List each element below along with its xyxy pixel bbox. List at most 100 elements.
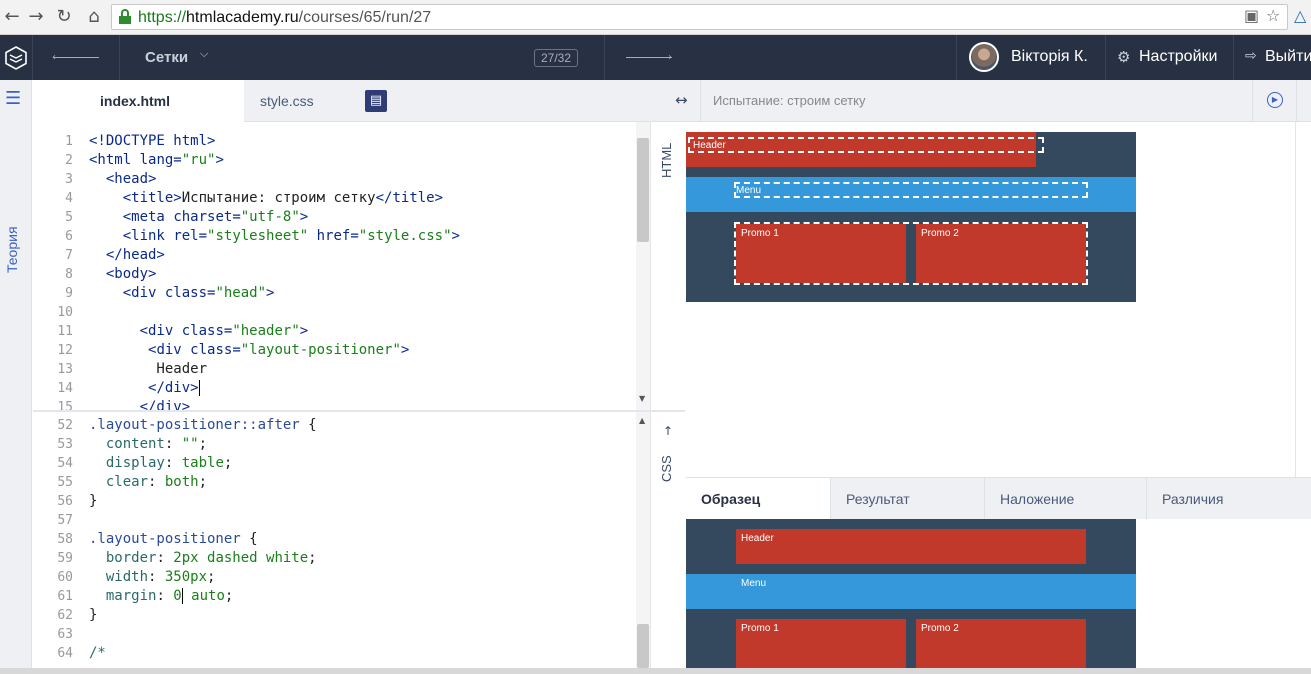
result-tabs: Образец Результат Наложение Различия [686, 477, 1311, 520]
avatar[interactable] [969, 42, 999, 72]
extension-icon[interactable]: △ [1294, 6, 1306, 25]
arrow-up-icon[interactable]: ↑ [663, 424, 673, 438]
css-code-line: } [89, 493, 98, 509]
settings-button[interactable]: Настройки [1139, 48, 1217, 66]
line-number: 53 [57, 437, 73, 452]
lesson-counter: 27/32 [534, 49, 578, 67]
line-number: 8 [65, 267, 73, 282]
line-number: 64 [57, 646, 73, 661]
line-number: 15 [57, 400, 73, 410]
section-dropdown[interactable]: Сетки [145, 49, 188, 66]
menu-icon[interactable]: ☰ [5, 88, 21, 109]
css-code-line: .layout-positioner { [89, 531, 258, 547]
lock-icon [119, 9, 131, 24]
line-number: 6 [65, 229, 73, 244]
line-number: 63 [57, 627, 73, 642]
tab-sample[interactable]: Образец [686, 478, 830, 520]
css-code-line: } [89, 607, 98, 623]
back-icon[interactable]: ← [0, 5, 24, 29]
tab-style-css[interactable]: style.css [260, 80, 360, 122]
css-editor[interactable]: 52 53 54 55 56 57 58 59 60 61 62 63 64 .… [33, 412, 636, 668]
line-gutter: 52 53 54 55 56 57 58 59 60 61 62 63 64 [33, 412, 78, 668]
right-edge-panel [1295, 122, 1311, 477]
result-preview: Header Menu Promo 1 Promo 2 [686, 132, 1136, 302]
play-icon[interactable]: ▶ [1267, 92, 1283, 108]
collapse-panel-icon[interactable]: ▤ [365, 90, 387, 112]
css-code-line: display: table; [105, 455, 233, 471]
html-scrollbar[interactable]: ▼ [636, 122, 650, 410]
editor-tabs: index.html style.css ▤ [33, 80, 669, 122]
html-code-line: </div> [139, 399, 191, 410]
preview-menu-label: Menu [736, 185, 762, 196]
home-icon[interactable]: ⌂ [82, 5, 106, 29]
html-code-line: <div class="header"> [139, 323, 309, 339]
star-icon[interactable]: ☆ [1266, 6, 1280, 25]
line-number: 9 [65, 286, 73, 301]
academy-logo-icon [5, 45, 27, 70]
theory-rail: ☰ Теория [0, 80, 32, 674]
tab-overlay[interactable]: Наложение [984, 478, 1146, 520]
line-number: 52 [57, 418, 73, 433]
html-code-line: <head> [105, 171, 157, 187]
line-number: 12 [57, 343, 73, 358]
tab-index-html[interactable]: index.html [33, 80, 244, 122]
html-code-line: Header [89, 361, 208, 377]
url-text: https://htmlacademy.ru/courses/65/run/27 [138, 9, 431, 27]
preview-header-positioner [688, 137, 1044, 153]
translate-icon[interactable]: ▣ [1244, 6, 1259, 25]
user-name[interactable]: Вікторія К. [1011, 48, 1088, 66]
html-panel-side: HTML [650, 122, 685, 410]
line-number: 3 [65, 172, 73, 187]
line-number: 62 [57, 608, 73, 623]
preview-promo1-block: Promo 1 [736, 224, 906, 283]
sample-menu-block: Menu [686, 574, 1136, 609]
html-code-line: <div class="layout-positioner"> [148, 342, 410, 358]
line-number: 7 [65, 248, 73, 263]
line-number: 1 [65, 134, 73, 149]
reload-icon[interactable]: ↻ [52, 5, 76, 29]
resize-horizontal-icon[interactable]: ↔ [675, 91, 688, 109]
next-lesson-button[interactable]: › [605, 35, 691, 80]
line-number: 13 [57, 362, 73, 377]
line-number: 58 [57, 532, 73, 547]
line-number: 2 [65, 153, 73, 168]
horizontal-scrollbar[interactable] [0, 668, 1311, 674]
css-code-line: margin: 0 auto; [105, 588, 234, 604]
line-number: 60 [57, 570, 73, 585]
tab-result[interactable]: Результат [830, 478, 984, 520]
line-number: 59 [57, 551, 73, 566]
url-path: /courses/65/run/27 [298, 9, 432, 26]
html-editor[interactable]: 1 2 3 4 5 6 7 8 9 10 11 12 13 14 15 <!DO… [33, 122, 636, 410]
preview-promo2-block: Promo 2 [916, 224, 1086, 283]
line-number: 4 [65, 191, 73, 206]
app-header: ‹ Сетки ⌵ 27/32 › Вікторія К. ⚙ Настройк… [0, 35, 1311, 80]
theory-toggle[interactable]: Теория [4, 226, 20, 273]
html-code-line: </div> [148, 380, 200, 396]
address-bar[interactable]: https://htmlacademy.ru/courses/65/run/27 [111, 4, 1288, 30]
html-panel-label[interactable]: HTML [659, 143, 674, 178]
gear-icon: ⚙ [1117, 48, 1131, 66]
line-number: 14 [57, 381, 73, 396]
prev-lesson-button[interactable]: ‹ [33, 35, 119, 80]
url-scheme: https:// [138, 9, 187, 26]
css-code-line: border: 2px dashed white; [105, 550, 317, 566]
line-number: 10 [57, 305, 73, 320]
css-code-line: /* [89, 645, 106, 661]
html-code-line: <!DOCTYPE html> [89, 133, 216, 149]
task-title: Испытание: строим сетку [713, 93, 866, 108]
sample-preview: Header Menu Promo 1 Promo 2 [686, 519, 1136, 674]
logo[interactable] [0, 35, 32, 80]
logout-button[interactable]: Выйти [1265, 48, 1311, 66]
forward-icon[interactable]: → [24, 5, 48, 29]
css-panel-label[interactable]: CSS [659, 455, 674, 482]
line-number: 61 [57, 589, 73, 604]
html-code-line: <link rel="stylesheet" href="style.css"> [122, 228, 460, 244]
css-code-line: clear: both; [105, 474, 208, 490]
css-scrollbar[interactable]: ▲ [636, 412, 650, 668]
browser-toolbar: ← → ↻ ⌂ https://htmlacademy.ru/courses/6… [0, 0, 1311, 35]
css-code-line: width: 350px; [105, 569, 216, 585]
css-panel-side: ↑ CSS [650, 412, 685, 668]
html-code-line: <body> [105, 266, 157, 282]
tab-differences[interactable]: Различия [1146, 478, 1311, 520]
css-code-line: .layout-positioner::after { [89, 417, 317, 433]
